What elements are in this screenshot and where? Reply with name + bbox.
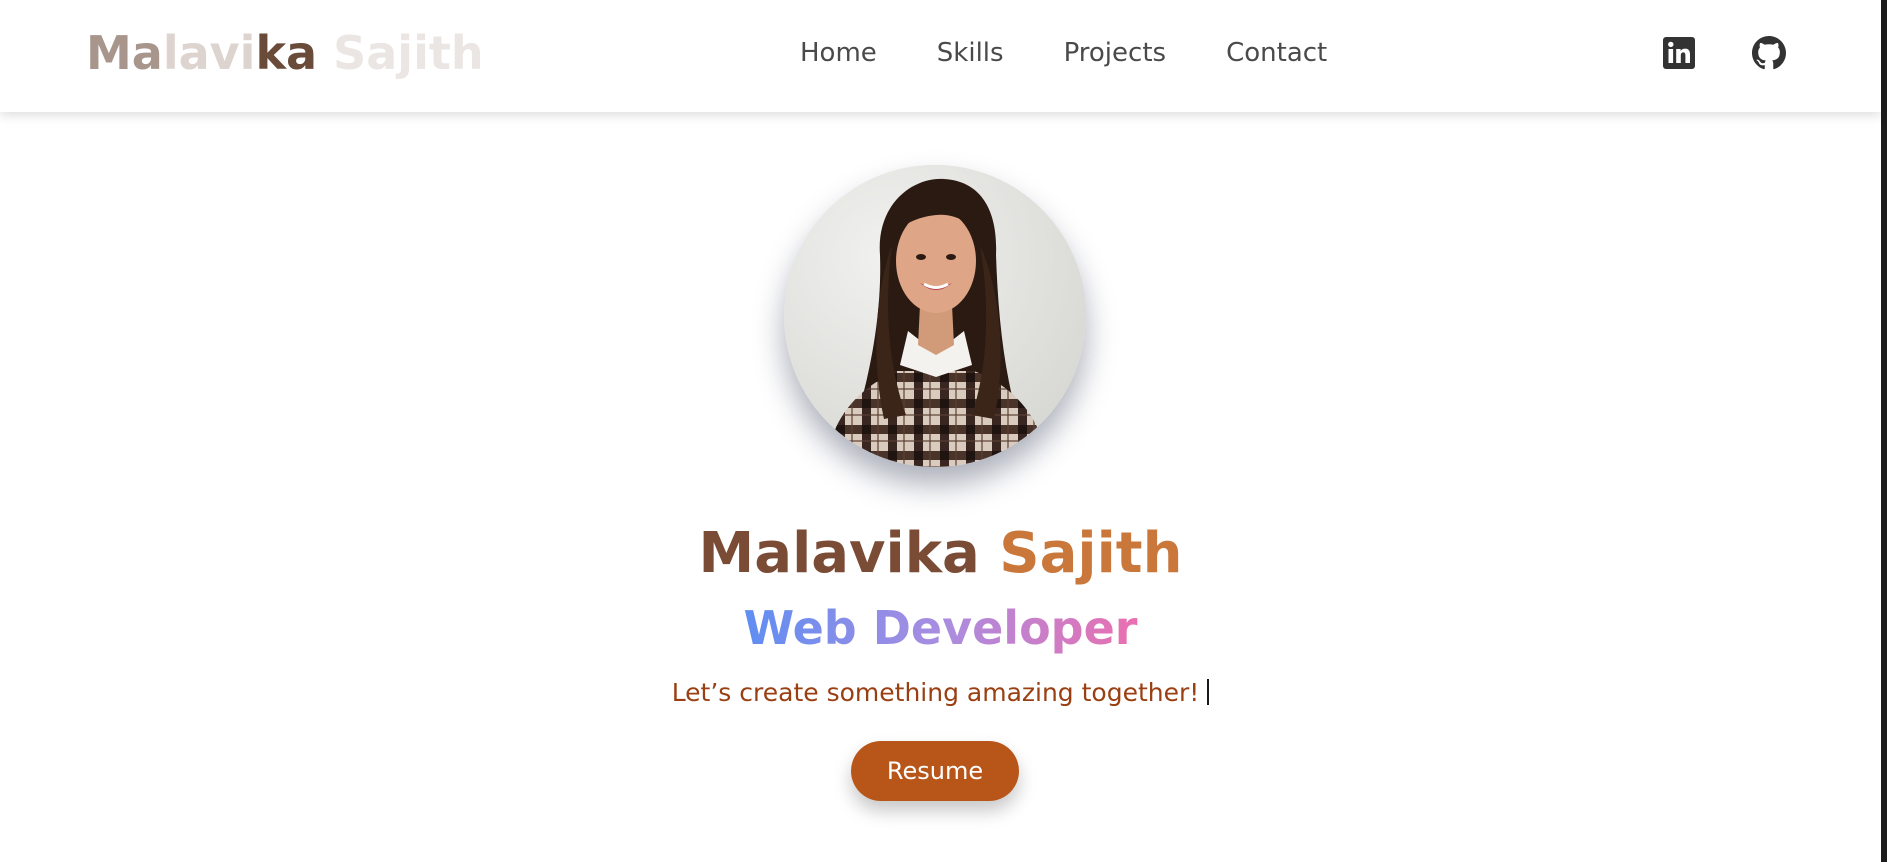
- logo-char: a: [178, 26, 210, 80]
- logo-char: S: [333, 26, 367, 80]
- scrollbar[interactable]: [1881, 0, 1887, 862]
- hero-name: Malavika Sajith: [0, 518, 1881, 590]
- logo-char: a: [366, 26, 398, 80]
- page: Malavika Sajith Home Skills Projects Con…: [0, 0, 1887, 862]
- linkedin-icon[interactable]: [1662, 36, 1696, 70]
- logo-char: a: [286, 26, 318, 80]
- logo-char: k: [255, 26, 287, 80]
- logo-char: j: [397, 26, 414, 80]
- github-icon[interactable]: [1752, 36, 1786, 70]
- logo-char: i: [413, 26, 429, 80]
- hero-last-name: Sajith: [999, 521, 1183, 586]
- tagline-text: Let’s create something amazing together!: [671, 678, 1200, 707]
- logo-char: M: [86, 26, 132, 80]
- logo-char: h: [450, 26, 484, 80]
- nav-menu: Home Skills Projects Contact: [800, 38, 1327, 68]
- profile-photo: [784, 165, 1086, 467]
- logo-char: v: [209, 26, 240, 80]
- nav-contact[interactable]: Contact: [1226, 38, 1327, 68]
- tagline: Let’s create something amazing together!: [0, 677, 1881, 709]
- hero-role: Web Developer: [0, 600, 1881, 656]
- logo-char: t: [428, 26, 451, 80]
- resume-button[interactable]: Resume: [851, 741, 1019, 801]
- hero-first-name: Malavika: [698, 521, 980, 586]
- logo-char: l: [162, 26, 179, 80]
- nav-projects[interactable]: Projects: [1064, 38, 1167, 68]
- nav-home[interactable]: Home: [800, 38, 877, 68]
- logo-char: i: [239, 26, 256, 80]
- typing-cursor: [1207, 679, 1210, 705]
- role-text: Web Developer: [743, 601, 1138, 655]
- navbar: Malavika Sajith Home Skills Projects Con…: [0, 0, 1881, 112]
- nav-skills[interactable]: Skills: [937, 38, 1004, 68]
- logo-char: a: [131, 26, 163, 80]
- site-logo[interactable]: Malavika Sajith: [86, 26, 484, 80]
- logo-char: [317, 26, 333, 80]
